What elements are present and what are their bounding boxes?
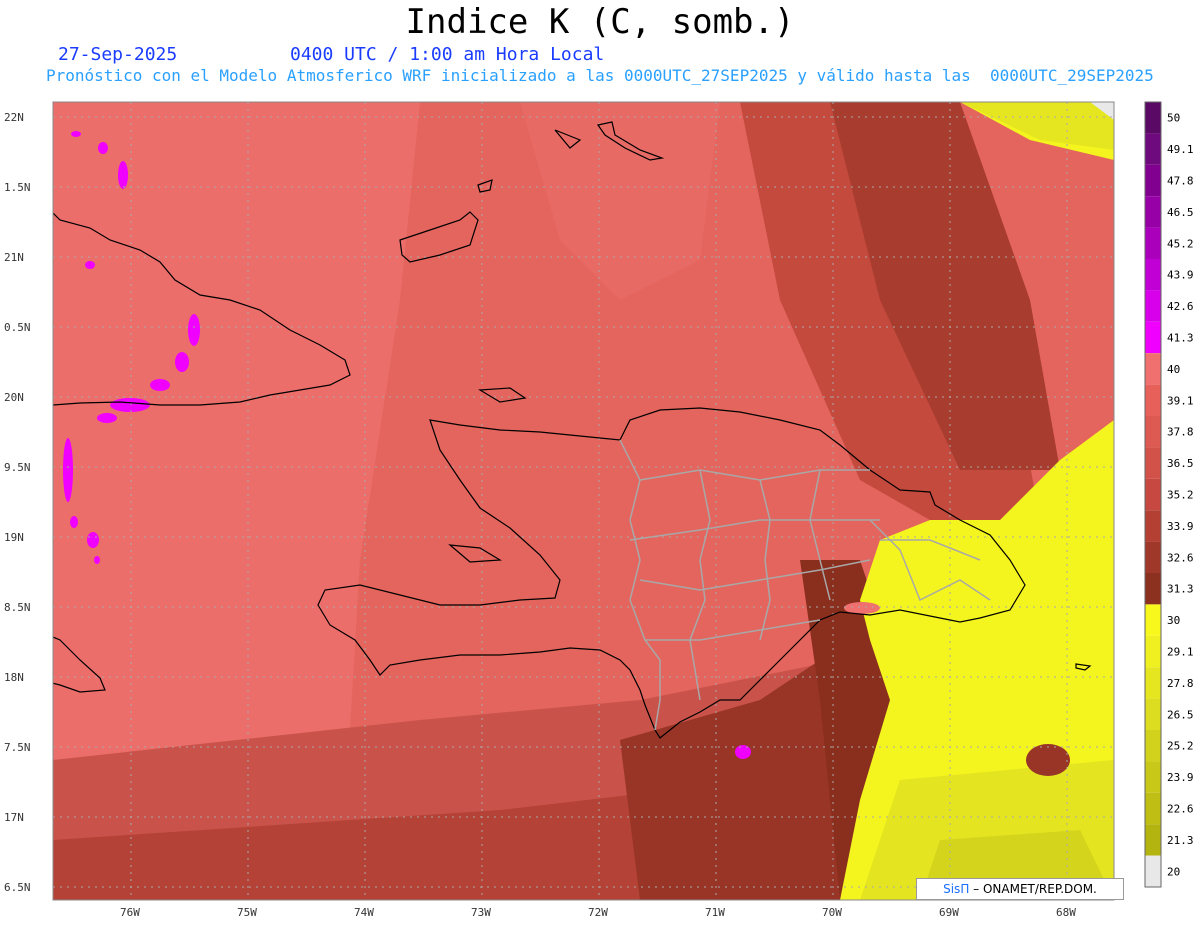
colorbar-label: 21.3	[1167, 834, 1194, 847]
lon-label: 68W	[1056, 906, 1076, 919]
credit-text: – ONAMET/REP.DOM.	[969, 882, 1097, 896]
colorbar-swatch	[1145, 541, 1161, 573]
colorbar: 50 49.1 47.8 46.5 45.2 43.9 42.6 41.3 40 39.1 37.8…	[1144, 101, 1194, 888]
colorbar-label: 35.2	[1167, 489, 1194, 502]
field-layer	[53, 102, 1114, 900]
lat-label: 21N	[4, 251, 24, 264]
colorbar-swatch	[1145, 698, 1161, 730]
lon-label: 70W	[822, 906, 842, 919]
colorbar-swatch	[1145, 824, 1161, 856]
credit-brand: SisΠ	[943, 882, 970, 896]
colorbar-label: 47.8	[1167, 175, 1194, 188]
colorbar-label: 32.6	[1167, 551, 1194, 564]
colorbar-label: 30	[1167, 614, 1180, 627]
colorbar-label: 23.9	[1167, 771, 1194, 784]
latitude-axis: 22N 1.5N 21N 0.5N 20N 9.5N 19N 8.5N 18N …	[4, 111, 31, 894]
lon-label: 72W	[588, 906, 608, 919]
lon-label: 69W	[939, 906, 959, 919]
colorbar-label: 20	[1167, 865, 1180, 878]
colorbar-label: 37.8	[1167, 426, 1194, 439]
colorbar-label: 45.2	[1167, 237, 1194, 250]
colorbar-swatch	[1145, 196, 1161, 228]
colorbar-swatch	[1145, 604, 1161, 636]
colorbar-swatch	[1145, 761, 1161, 793]
colorbar-swatch	[1145, 792, 1161, 825]
colorbar-swatch	[1145, 259, 1161, 291]
colorbar-swatch	[1145, 447, 1161, 479]
forecast-map: 22N 1.5N 21N 0.5N 20N 9.5N 19N 8.5N 18N …	[4, 101, 1194, 919]
colorbar-swatch	[1145, 573, 1161, 605]
colorbar-swatch	[1145, 855, 1161, 887]
lat-label: 22N	[4, 111, 24, 124]
colorbar-swatch	[1145, 667, 1161, 699]
colorbar-swatch	[1145, 321, 1161, 354]
colorbar-label: 25.2	[1167, 740, 1194, 753]
colorbar-label: 40	[1167, 363, 1180, 376]
credit-box: SisΠ – ONAMET/REP.DOM.	[916, 878, 1124, 900]
lat-label: 9.5N	[4, 461, 31, 474]
longitude-axis: 76W 75W 74W 73W 72W 71W 70W 69W 68W	[120, 906, 1076, 919]
colorbar-swatch	[1145, 290, 1161, 322]
lat-label: 6.5N	[4, 881, 31, 894]
colorbar-swatch	[1145, 510, 1161, 542]
colorbar-swatch	[1145, 227, 1161, 259]
colorbar-label: 31.3	[1167, 583, 1194, 596]
lon-label: 75W	[237, 906, 257, 919]
colorbar-label: 50	[1167, 112, 1180, 125]
lat-label: 19N	[4, 531, 24, 544]
colorbar-label: 33.9	[1167, 520, 1194, 533]
lon-label: 71W	[705, 906, 725, 919]
lon-label: 74W	[354, 906, 374, 919]
lat-label: 0.5N	[4, 321, 31, 334]
colorbar-label: 22.6	[1167, 803, 1194, 816]
colorbar-swatch	[1145, 353, 1161, 385]
lon-label: 73W	[471, 906, 491, 919]
colorbar-swatch	[1145, 102, 1161, 134]
lat-label: 8.5N	[4, 601, 31, 614]
colorbar-label: 41.3	[1167, 332, 1194, 345]
colorbar-swatch	[1145, 730, 1161, 762]
colorbar-label: 43.9	[1167, 269, 1194, 282]
colorbar-swatch	[1145, 133, 1161, 165]
lon-label: 76W	[120, 906, 140, 919]
colorbar-label: 46.5	[1167, 206, 1194, 219]
colorbar-swatch	[1145, 635, 1161, 668]
colorbar-label: 42.6	[1167, 300, 1194, 313]
colorbar-label: 36.5	[1167, 457, 1194, 470]
colorbar-swatch	[1145, 478, 1161, 511]
colorbar-label: 29.1	[1167, 646, 1194, 659]
colorbar-label: 49.1	[1167, 143, 1194, 156]
colorbar-label: 26.5	[1167, 708, 1194, 721]
lat-label: 18N	[4, 671, 24, 684]
lat-label: 7.5N	[4, 741, 31, 754]
colorbar-swatch	[1145, 164, 1161, 197]
colorbar-swatch	[1145, 416, 1161, 448]
colorbar-label: 27.8	[1167, 677, 1194, 690]
lat-label: 1.5N	[4, 181, 31, 194]
lat-label: 20N	[4, 391, 24, 404]
lat-label: 17N	[4, 811, 24, 824]
colorbar-swatch	[1145, 384, 1161, 416]
colorbar-label: 39.1	[1167, 394, 1194, 407]
